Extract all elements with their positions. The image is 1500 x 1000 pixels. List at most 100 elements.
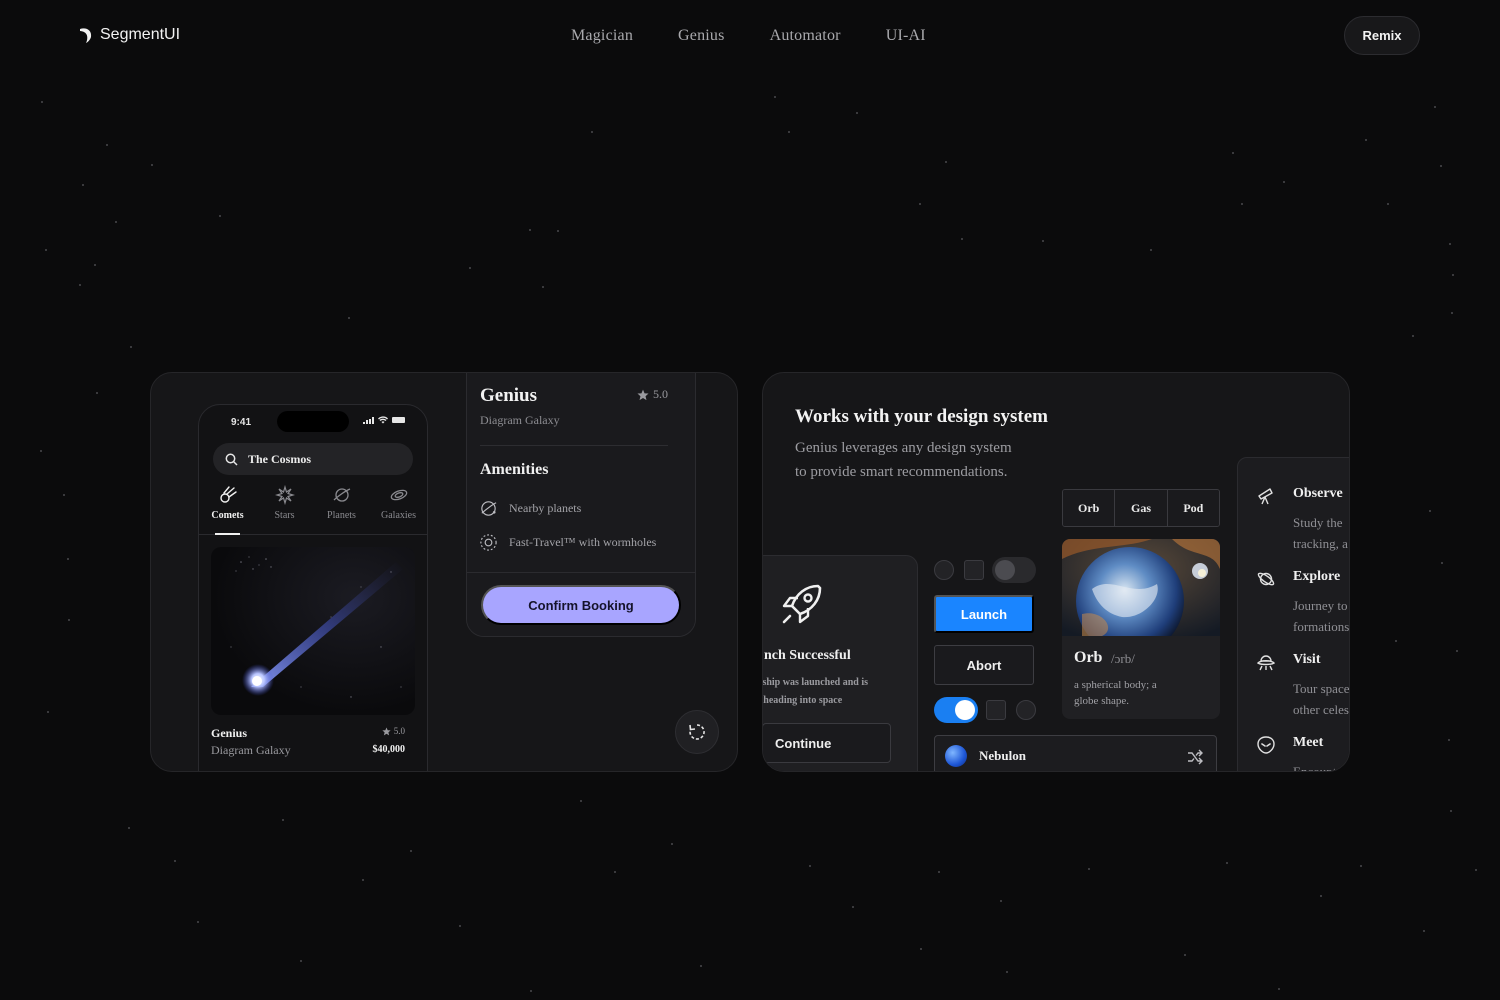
star-dot	[410, 850, 412, 852]
description-line: Genius leverages any design system	[795, 440, 1012, 456]
star-dot	[1006, 971, 1008, 973]
design-system-title: Works with your design system	[795, 406, 1049, 427]
radio-button[interactable]	[934, 560, 954, 580]
rocket-icon	[782, 584, 822, 624]
star-dot	[362, 879, 364, 881]
star-dot	[130, 346, 132, 348]
feature-description: Encount	[1293, 761, 1349, 772]
orb-definition-card: Orb /ɔrb/ a spherical body; a globe shap…	[1062, 539, 1220, 719]
radio-button[interactable]	[1016, 700, 1036, 720]
star-dot	[40, 450, 42, 452]
toggle-switch-on[interactable]	[934, 697, 978, 723]
refresh-button[interactable]	[675, 710, 719, 754]
search-input[interactable]: The Cosmos	[213, 443, 413, 475]
galaxy-icon	[390, 489, 407, 501]
star-dot	[1441, 562, 1443, 564]
launch-success-card: nch Successful eship was launched and is…	[762, 555, 918, 771]
dynamic-island	[277, 411, 349, 432]
nav-link-magician[interactable]: Magician	[571, 27, 633, 45]
feature-desc-line: Journey to	[1293, 598, 1348, 613]
segment-gas[interactable]: Gas	[1115, 490, 1168, 526]
star-dot	[1320, 895, 1322, 897]
segmented-control: Orb Gas Pod	[1062, 489, 1220, 527]
toggle-switch-off[interactable]	[992, 557, 1036, 583]
logo-mark-icon	[80, 28, 92, 43]
star-dot	[282, 819, 284, 821]
shuffle-icon[interactable]	[1186, 748, 1204, 766]
tab-label: Stars	[274, 510, 295, 521]
nav-links: Magician Genius Automator UI-AI	[571, 27, 971, 45]
star-dot	[1440, 165, 1442, 167]
listing-rating: 5.0	[382, 726, 405, 736]
orbit-planet-icon	[481, 501, 497, 516]
brand-logo[interactable]: SegmentUI	[78, 26, 180, 44]
feature-description: Study the tracking, a	[1293, 512, 1349, 554]
tab-comets[interactable]: Comets	[199, 485, 256, 535]
star-dot	[94, 264, 96, 266]
feature-title: Explore	[1293, 569, 1341, 584]
status-time: 9:41	[231, 417, 252, 428]
tab-label: Comets	[211, 510, 244, 521]
amenity-item: Fast-Travel™ with wormholes	[479, 533, 656, 552]
star-dot	[961, 238, 963, 240]
tab-planets[interactable]: Planets	[313, 485, 370, 534]
launch-text-line: / heading into space	[762, 695, 843, 706]
checkbox[interactable]	[964, 560, 984, 580]
tab-stars[interactable]: Stars	[256, 485, 313, 534]
star-icon	[637, 389, 649, 400]
checkbox[interactable]	[986, 700, 1006, 720]
description-line: to provide smart recommendations.	[795, 464, 1008, 480]
star-dot	[1226, 862, 1228, 864]
star-dot	[945, 161, 947, 163]
star-dot	[219, 215, 221, 217]
alien-icon	[1257, 736, 1275, 754]
nav-link-automator[interactable]: Automator	[770, 27, 841, 45]
nav-link-ui-ai[interactable]: UI-AI	[886, 27, 926, 45]
continue-button[interactable]: Continue	[763, 723, 891, 763]
star-dot	[557, 230, 559, 232]
abort-button[interactable]: Abort	[934, 645, 1034, 685]
feature-desc-line: tracking, a	[1293, 536, 1348, 551]
star-dot	[79, 284, 81, 286]
star-dot	[151, 164, 153, 166]
star-dot	[174, 860, 176, 862]
booking-subtitle: Diagram Galaxy	[480, 413, 560, 427]
tab-galaxies[interactable]: Galaxies	[370, 485, 427, 534]
star-dot	[852, 906, 854, 908]
feature-desc-line: Study the	[1293, 515, 1343, 530]
launch-button[interactable]: Launch	[934, 595, 1034, 633]
star-dot	[1429, 510, 1431, 512]
features-panel: Observe Study the tracking, a Explore Jou…	[1237, 457, 1349, 772]
star-dot	[529, 229, 531, 231]
planet-icon	[333, 488, 350, 502]
star-dot	[1232, 152, 1234, 154]
star-dot	[530, 990, 532, 992]
segment-pod[interactable]: Pod	[1167, 490, 1219, 526]
orb-definition: a spherical body; a globe shape.	[1074, 677, 1194, 709]
feature-desc-line: Encount	[1293, 764, 1337, 772]
segment-orb[interactable]: Orb	[1063, 490, 1116, 526]
nav-link-genius[interactable]: Genius	[678, 27, 725, 45]
wifi-icon	[378, 416, 388, 424]
star-dot	[1412, 335, 1414, 337]
top-navigation: SegmentUI Magician Genius Automator UI-A…	[0, 0, 1500, 74]
booking-rating: 5.0	[637, 387, 668, 402]
status-bar: 9:41	[199, 405, 427, 441]
comet-image[interactable]	[211, 547, 415, 715]
orb-word: Orb	[1074, 649, 1103, 666]
remix-button[interactable]: Remix	[1344, 16, 1420, 55]
star-dot	[1283, 181, 1285, 183]
booking-rating-value: 5.0	[653, 387, 668, 401]
confirm-booking-button[interactable]: Confirm Booking	[481, 585, 681, 625]
star-dot	[774, 96, 776, 98]
star-dot	[1452, 274, 1454, 276]
star-dot	[919, 203, 921, 205]
listing-rating-value: 5.0	[393, 726, 405, 736]
star-dot	[591, 131, 593, 133]
nebulon-selector[interactable]: Nebulon	[934, 735, 1217, 771]
design-system-description: Genius leverages any design system to pr…	[795, 436, 1045, 484]
star-dot	[63, 494, 65, 496]
launch-success-title: nch Successful	[764, 648, 851, 663]
category-tabs: Comets Stars Planets Galaxies	[199, 485, 427, 535]
booking-panel: Genius 5.0 Diagram Galaxy Amenities Near…	[466, 373, 696, 637]
